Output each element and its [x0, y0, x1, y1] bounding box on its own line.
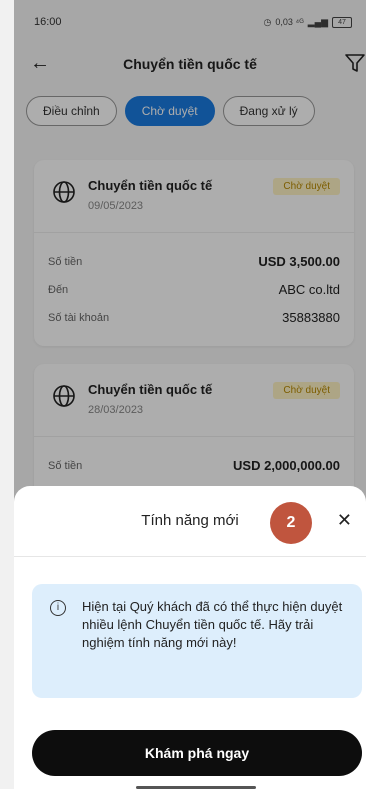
info-icon: i — [50, 600, 66, 616]
info-text: Hiện tại Quý khách đã có thể thực hiện d… — [82, 599, 343, 650]
step-marker: 2 — [270, 502, 312, 544]
sheet-divider — [14, 556, 366, 557]
sheet-title: Tính năng mới — [141, 512, 239, 529]
info-box: i Hiện tại Quý khách đã có thể thực hiện… — [32, 584, 362, 698]
close-icon[interactable]: ✕ — [337, 510, 352, 531]
new-feature-sheet: Tính năng mới ✕ i Hiện tại Quý khách đã … — [14, 486, 366, 789]
phone-screen: 16:00 ◷ 0,03 ⁴ᴳ ▂▄▆ 47 ← Chuyển tiền quố… — [14, 0, 366, 789]
explore-now-button[interactable]: Khám phá ngay — [32, 730, 362, 776]
